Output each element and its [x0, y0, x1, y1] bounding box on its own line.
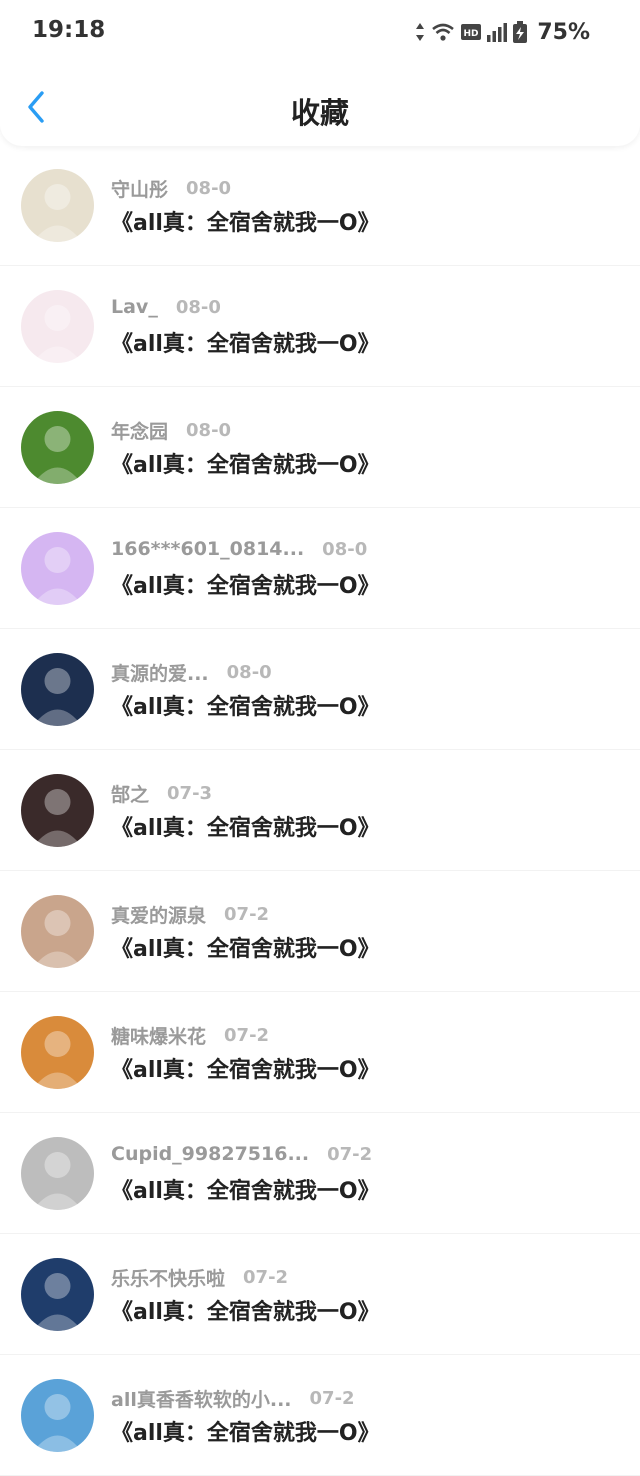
username[interactable]: all真香香软软的小... — [111, 1385, 292, 1412]
item-date: 07-2 — [224, 1025, 270, 1046]
item-title[interactable]: 《all真：全宿舍就我一O》 — [111, 568, 380, 600]
item-meta: 真源的爱... 08-0 — [111, 659, 272, 686]
avatar[interactable] — [21, 169, 94, 242]
list-item[interactable]: 真爱的源泉 07-2 《all真：全宿舍就我一O》 — [0, 871, 640, 992]
page-title: 收藏 — [290, 96, 349, 130]
item-title[interactable]: 《all真：全宿舍就我一O》 — [111, 1415, 380, 1447]
item-meta: 真爱的源泉 07-2 — [111, 901, 269, 928]
avatar-image — [33, 1394, 82, 1452]
item-meta: 年念园 08-0 — [111, 417, 231, 444]
item-date: 08-0 — [186, 420, 232, 441]
battery-percent: 75% — [537, 19, 590, 45]
list-item[interactable]: 郜之 07-3 《all真：全宿舍就我一O》 — [0, 750, 640, 871]
username[interactable]: Lav_ — [111, 296, 158, 318]
item-meta: 郜之 07-3 — [111, 780, 212, 807]
item-title[interactable]: 《all真：全宿舍就我一O》 — [111, 689, 380, 721]
item-meta: Cupid_99827516... 07-2 — [111, 1143, 372, 1165]
item-meta: Lav_ 08-0 — [111, 296, 221, 318]
avatar-image — [33, 789, 82, 847]
item-meta: 乐乐不快乐啦 07-2 — [111, 1264, 288, 1291]
item-title[interactable]: 《all真：全宿舍就我一O》 — [111, 810, 380, 842]
list-item[interactable]: 乐乐不快乐啦 07-2 《all真：全宿舍就我一O》 — [0, 1234, 640, 1355]
item-date: 08-0 — [186, 178, 232, 199]
avatar[interactable] — [21, 411, 94, 484]
username[interactable]: 真爱的源泉 — [111, 901, 206, 928]
list-item[interactable]: 166***601_0814... 08-0 《all真：全宿舍就我一O》 — [0, 508, 640, 629]
item-date: 08-0 — [322, 538, 368, 560]
avatar-image — [33, 547, 82, 605]
avatar-image — [33, 668, 82, 726]
item-meta: all真香香软软的小... 07-2 — [111, 1385, 355, 1412]
item-title[interactable]: 《all真：全宿舍就我一O》 — [111, 205, 380, 237]
svg-text:HD: HD — [464, 29, 479, 39]
item-meta: 166***601_0814... 08-0 — [111, 538, 367, 560]
item-title[interactable]: 《all真：全宿舍就我一O》 — [111, 447, 380, 479]
list-item[interactable]: 糖味爆米花 07-2 《all真：全宿舍就我一O》 — [0, 992, 640, 1113]
avatar[interactable] — [21, 1379, 94, 1452]
username[interactable]: 郜之 — [111, 780, 149, 807]
list-item[interactable]: Lav_ 08-0 《all真：全宿舍就我一O》 — [0, 266, 640, 387]
username[interactable]: 糖味爆米花 — [111, 1022, 206, 1049]
username[interactable]: 年念园 — [111, 417, 168, 444]
avatar-image — [33, 184, 82, 242]
battery-charging-icon — [513, 21, 528, 43]
favorites-list: 守山彤 08-0 《all真：全宿舍就我一O》 Lav_ 08-0 《all真：… — [0, 145, 640, 1476]
list-item[interactable]: 守山彤 08-0 《all真：全宿舍就我一O》 — [0, 145, 640, 266]
data-arrows-icon — [415, 21, 425, 43]
username[interactable]: 乐乐不快乐啦 — [111, 1264, 225, 1291]
item-date: 08-0 — [226, 662, 272, 683]
header: 19:18 HD 75% 收藏 — [0, 0, 640, 146]
item-title[interactable]: 《all真：全宿舍就我一O》 — [111, 1052, 380, 1084]
username[interactable]: Cupid_99827516... — [111, 1143, 309, 1165]
avatar-image — [33, 1031, 82, 1089]
status-bar: 19:18 HD 75% — [0, 0, 640, 64]
username[interactable]: 166***601_0814... — [111, 538, 304, 560]
item-meta: 糖味爆米花 07-2 — [111, 1022, 269, 1049]
item-title[interactable]: 《all真：全宿舍就我一O》 — [111, 1173, 380, 1205]
avatar[interactable] — [21, 1137, 94, 1210]
status-time: 19:18 — [32, 17, 106, 43]
avatar-image — [33, 1273, 82, 1331]
avatar[interactable] — [21, 290, 94, 363]
avatar-image — [33, 305, 82, 363]
hd-icon: HD — [461, 23, 482, 41]
avatar[interactable] — [21, 532, 94, 605]
list-item[interactable]: 年念园 08-0 《all真：全宿舍就我一O》 — [0, 387, 640, 508]
item-date: 07-2 — [243, 1267, 289, 1288]
avatar-image — [33, 1152, 82, 1210]
item-date: 08-0 — [175, 296, 221, 318]
signal-icon — [487, 22, 508, 42]
item-date: 07-2 — [224, 904, 270, 925]
list-item[interactable]: all真香香软软的小... 07-2 《all真：全宿舍就我一O》 — [0, 1355, 640, 1476]
avatar[interactable] — [21, 653, 94, 726]
item-title[interactable]: 《all真：全宿舍就我一O》 — [111, 931, 380, 963]
avatar[interactable] — [21, 1258, 94, 1331]
item-title[interactable]: 《all真：全宿舍就我一O》 — [111, 1294, 380, 1326]
item-date: 07-2 — [327, 1143, 373, 1165]
avatar[interactable] — [21, 774, 94, 847]
list-item[interactable]: 真源的爱... 08-0 《all真：全宿舍就我一O》 — [0, 629, 640, 750]
avatar[interactable] — [21, 895, 94, 968]
item-date: 07-2 — [309, 1388, 355, 1409]
username[interactable]: 真源的爱... — [111, 659, 209, 686]
avatar-image — [33, 426, 82, 484]
item-title[interactable]: 《all真：全宿舍就我一O》 — [111, 326, 380, 358]
item-meta: 守山彤 08-0 — [111, 175, 231, 202]
avatar-image — [33, 910, 82, 968]
item-date: 07-3 — [167, 783, 213, 804]
username[interactable]: 守山彤 — [111, 175, 168, 202]
list-item[interactable]: Cupid_99827516... 07-2 《all真：全宿舍就我一O》 — [0, 1113, 640, 1234]
status-icons: HD 75% — [415, 18, 590, 46]
avatar[interactable] — [21, 1016, 94, 1089]
wifi-icon — [431, 22, 455, 42]
